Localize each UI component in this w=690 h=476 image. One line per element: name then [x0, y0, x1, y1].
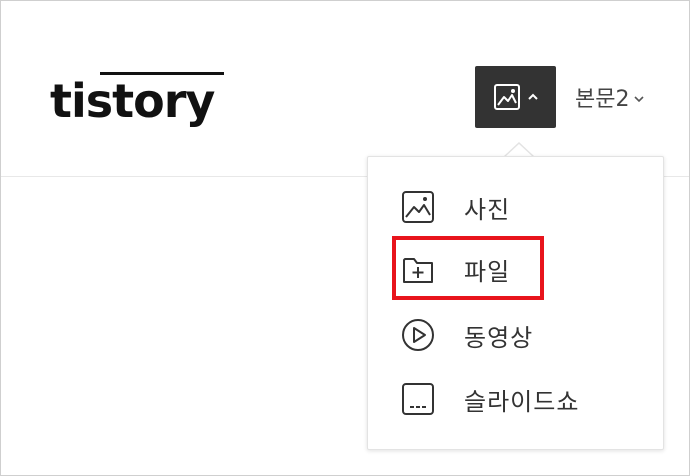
insert-media-dropdown: 사진 파일 동영상 슬라이드쇼: [367, 156, 664, 450]
menu-item-label: 동영상: [464, 323, 534, 352]
play-circle-icon: [400, 317, 436, 353]
menu-item-label: 사진: [464, 195, 511, 224]
menu-item-photo[interactable]: 사진: [368, 179, 663, 235]
chevron-down-icon: [633, 85, 645, 110]
chevron-up-icon: [527, 92, 539, 102]
image-icon: [493, 83, 521, 111]
highlight-box: [392, 236, 544, 300]
menu-item-label: 슬라이드쇼: [464, 387, 580, 416]
paragraph-style-value: 본문2: [575, 87, 630, 112]
logo-text: tistory: [50, 74, 215, 128]
menu-item-video[interactable]: 동영상: [368, 307, 663, 363]
menu-item-slideshow[interactable]: 슬라이드쇼: [368, 371, 663, 427]
tistory-logo[interactable]: tistory: [50, 72, 226, 132]
slideshow-icon: [400, 381, 436, 417]
paragraph-style-select[interactable]: 본문2: [575, 82, 645, 112]
image-icon: [400, 189, 436, 225]
insert-image-button[interactable]: [475, 66, 556, 128]
